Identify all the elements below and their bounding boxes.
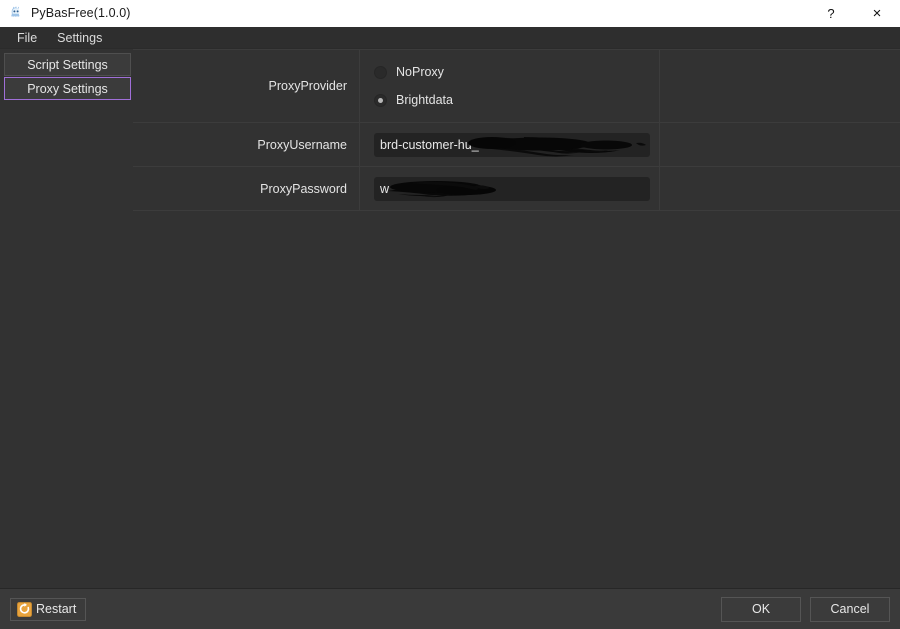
- proxy-password-wrap: [374, 176, 650, 201]
- refresh-icon: [17, 601, 32, 617]
- ok-button[interactable]: OK: [721, 596, 801, 622]
- title-bar: PyBasFree(1.0.0) ? ×: [0, 0, 900, 27]
- sidebar-item-script-settings[interactable]: Script Settings: [4, 53, 131, 76]
- field-value-proxyusername: [360, 123, 660, 166]
- content-area: Script Settings Proxy Settings ProxyProv…: [0, 49, 900, 588]
- field-label-proxypassword: ProxyPassword: [133, 167, 360, 210]
- radio-label-noproxy: NoProxy: [396, 65, 444, 79]
- form-empty-space: [133, 211, 900, 588]
- sidebar-item-proxy-settings[interactable]: Proxy Settings: [4, 77, 131, 100]
- radio-brightdata[interactable]: Brightdata: [374, 86, 659, 114]
- field-label-proxyusername: ProxyUsername: [133, 123, 360, 166]
- radio-label-brightdata: Brightdata: [396, 93, 453, 107]
- menu-item-file[interactable]: File: [8, 28, 46, 48]
- proxy-username-wrap: [374, 132, 650, 157]
- field-value-proxypassword: [360, 167, 660, 210]
- table-row: ProxyPassword: [133, 167, 900, 211]
- table-cell-extra: [660, 167, 900, 210]
- radio-icon: [374, 93, 387, 107]
- table-row: ProxyProvider NoProxy Brightdata: [133, 50, 900, 123]
- help-button[interactable]: ?: [808, 0, 854, 27]
- restart-button-label: Restart: [36, 602, 77, 616]
- menu-item-settings[interactable]: Settings: [48, 28, 111, 48]
- table-row: ProxyUsername: [133, 123, 900, 167]
- radio-icon: [374, 65, 387, 79]
- application-window: PyBasFree(1.0.0) ? × File Settings Scrip…: [0, 0, 900, 629]
- proxy-password-input[interactable]: [374, 176, 650, 201]
- close-button[interactable]: ×: [854, 0, 900, 27]
- table-cell-extra: [660, 123, 900, 166]
- field-value-proxyprovider: NoProxy Brightdata: [360, 50, 660, 122]
- restart-button[interactable]: Restart: [10, 597, 87, 621]
- menu-bar: File Settings: [0, 27, 900, 49]
- window-title: PyBasFree(1.0.0): [31, 6, 131, 20]
- settings-form: ProxyProvider NoProxy Brightdata ProxyUs…: [133, 49, 900, 588]
- radio-noproxy[interactable]: NoProxy: [374, 58, 659, 86]
- app-icon: [11, 6, 20, 17]
- bottom-bar: Restart OK Cancel: [0, 588, 900, 629]
- proxy-username-input[interactable]: [374, 132, 650, 157]
- field-label-proxyprovider: ProxyProvider: [133, 50, 360, 122]
- table-cell-extra: [660, 50, 900, 122]
- sidebar: Script Settings Proxy Settings: [0, 49, 133, 588]
- cancel-button[interactable]: Cancel: [810, 596, 890, 622]
- sidebar-empty-space: [0, 101, 133, 588]
